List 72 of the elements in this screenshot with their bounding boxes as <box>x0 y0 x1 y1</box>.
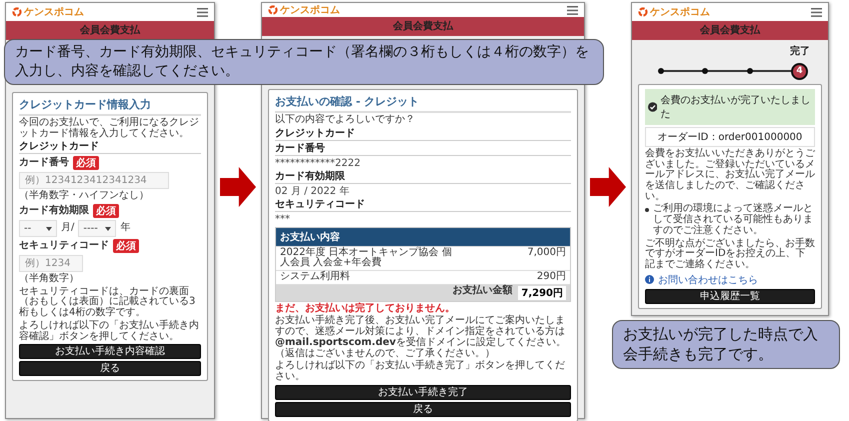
page-header: 会員会費支払 <box>262 17 584 36</box>
field-label: セキュリティコード <box>275 198 571 212</box>
unit-text: 月/ <box>61 223 74 234</box>
required-badge: 必須 <box>73 156 99 170</box>
success-text: 会費のお支払いが完了いたしました <box>660 94 812 121</box>
instruction-text: よろしければ以下の「お支払い手続き内容確認」ボタンを押してください。 <box>19 320 200 342</box>
subsection-title: クレジットカード <box>275 128 571 141</box>
subsection-title: クレジットカード <box>19 141 201 154</box>
page-header: 会員会費支払 <box>6 21 214 40</box>
menu-icon[interactable] <box>811 8 822 16</box>
callout-text: お支払いが完了した時点で入会手続きも完了です。 <box>612 320 840 368</box>
contact-link[interactable]: お問い合わせはこちら <box>658 272 758 287</box>
submit-button[interactable]: お支払い手続き完了 <box>275 384 571 400</box>
submit-button[interactable]: お支払い手続き内容確認 <box>19 344 201 360</box>
step-label: 完了 <box>789 44 811 58</box>
year-select[interactable]: ---- <box>78 220 116 238</box>
security-code-field[interactable]: 例）1234 <box>19 255 83 272</box>
field-label: セキュリティコード <box>19 240 109 252</box>
required-badge: 必須 <box>113 239 139 254</box>
field-value: 02 月 / 2022 年 <box>275 186 350 197</box>
back-button[interactable]: 戻る <box>275 402 571 417</box>
logo-ring-icon <box>638 7 648 17</box>
intro-text: 今回のお支払いで、ご利用になるクレジットカード情報を入力してください。 <box>19 118 200 140</box>
menu-icon[interactable] <box>567 6 578 14</box>
logo-text: ケンスポコム <box>24 6 84 19</box>
table-header: お支払い内容 <box>276 228 570 246</box>
section-heading: お支払いの確認 - クレジット <box>275 94 571 113</box>
bullet-icon <box>645 208 649 212</box>
required-badge: 必須 <box>93 204 119 218</box>
field-label: カード有効期限 <box>19 206 89 216</box>
contact-text: ご不明な点がございましたら、お手数ですがオーダーIDをお控えの上、下記までご連絡ください。 <box>645 238 815 271</box>
logo-text: ケンスポコム <box>280 4 340 17</box>
right-arrow-icon <box>220 167 256 207</box>
total-label: お支払い金額 <box>452 286 512 296</box>
callout-text: カード番号、カード有効期限、セキュリティコード（署名欄の３桁もしくは４桁の数字）を入力し、内容を確認してください。 <box>4 39 604 85</box>
hint-text: （半角数字・ハイフンなし） <box>19 191 150 202</box>
logo-ring-icon <box>268 5 278 15</box>
section-heading: クレジットカード情報入力 <box>19 97 201 116</box>
unit-text: 年 <box>120 223 130 234</box>
intro-text: 以下の内容でよろしいですか？ <box>275 115 416 126</box>
field-label: カード番号 <box>275 142 571 156</box>
bullet-text: ご利用の環境によって迷惑メールとして受信されている可能性もありますのでご注意ください。 <box>653 204 814 236</box>
submit-button[interactable]: 申込履歴一覧 <box>645 288 815 304</box>
caret-icon <box>105 226 112 231</box>
right-arrow-icon <box>590 167 626 207</box>
logo-text: ケンスポコム <box>650 6 710 19</box>
field-label: カード有効期限 <box>275 170 571 184</box>
logo-ring-icon <box>12 7 22 17</box>
step-marker: 4 <box>790 62 808 80</box>
hint-text: （半角数字） <box>19 274 80 285</box>
amount-cell-text: 7,000円 <box>526 248 566 258</box>
order-id-box: オーダーID：order001000000 <box>645 127 815 147</box>
card-number-field[interactable]: 例）1234123412341234 <box>19 172 169 190</box>
message-text: 会費をお支払いいただきありがとうございました。ご登録いただいているメールアドレスに、お支払い完了メールを送信しましたので、ご確認ください。 <box>645 149 815 202</box>
instruction-text: よろしければ以下の「お支払い手続き完了」ボタンを押してください。 <box>275 361 566 383</box>
field-value: *** <box>275 214 291 225</box>
menu-icon[interactable] <box>197 8 208 16</box>
field-value: ************2222 <box>275 158 362 169</box>
warning-text: まだ、お支払いは完了しておりません。 <box>275 304 456 314</box>
month-select[interactable]: -- <box>19 220 57 238</box>
note-text: セキュリティコードは、カードの裏面（おもしくは表面）に記載されている3桁もしくは4桁の数字です。 <box>19 286 196 319</box>
page-header: 会員会費支払 <box>632 21 828 40</box>
total-amount: 7,290円 <box>518 286 566 300</box>
check-circle-icon <box>648 102 658 112</box>
back-button[interactable]: 戻る <box>19 361 201 376</box>
item-cell-text: 2022年度 日本オートキャンプ協会 個人会員 入会金+年会費 <box>280 248 453 270</box>
caret-icon <box>46 226 52 231</box>
field-label: カード番号 <box>19 158 69 169</box>
amount-cell-text: 290円 <box>536 272 566 283</box>
info-icon <box>645 275 654 284</box>
note-text: お支払い手続き完了後、お支払い完了メールにてご案内いたしますので、迷惑メール対策により、ドメイン指定をされている方は@mail.sportscom.devを受信ドメインに設定してください。（返信はございませんので、ご了承ください。） <box>275 316 567 360</box>
item-cell: システム利用料 <box>280 272 350 283</box>
